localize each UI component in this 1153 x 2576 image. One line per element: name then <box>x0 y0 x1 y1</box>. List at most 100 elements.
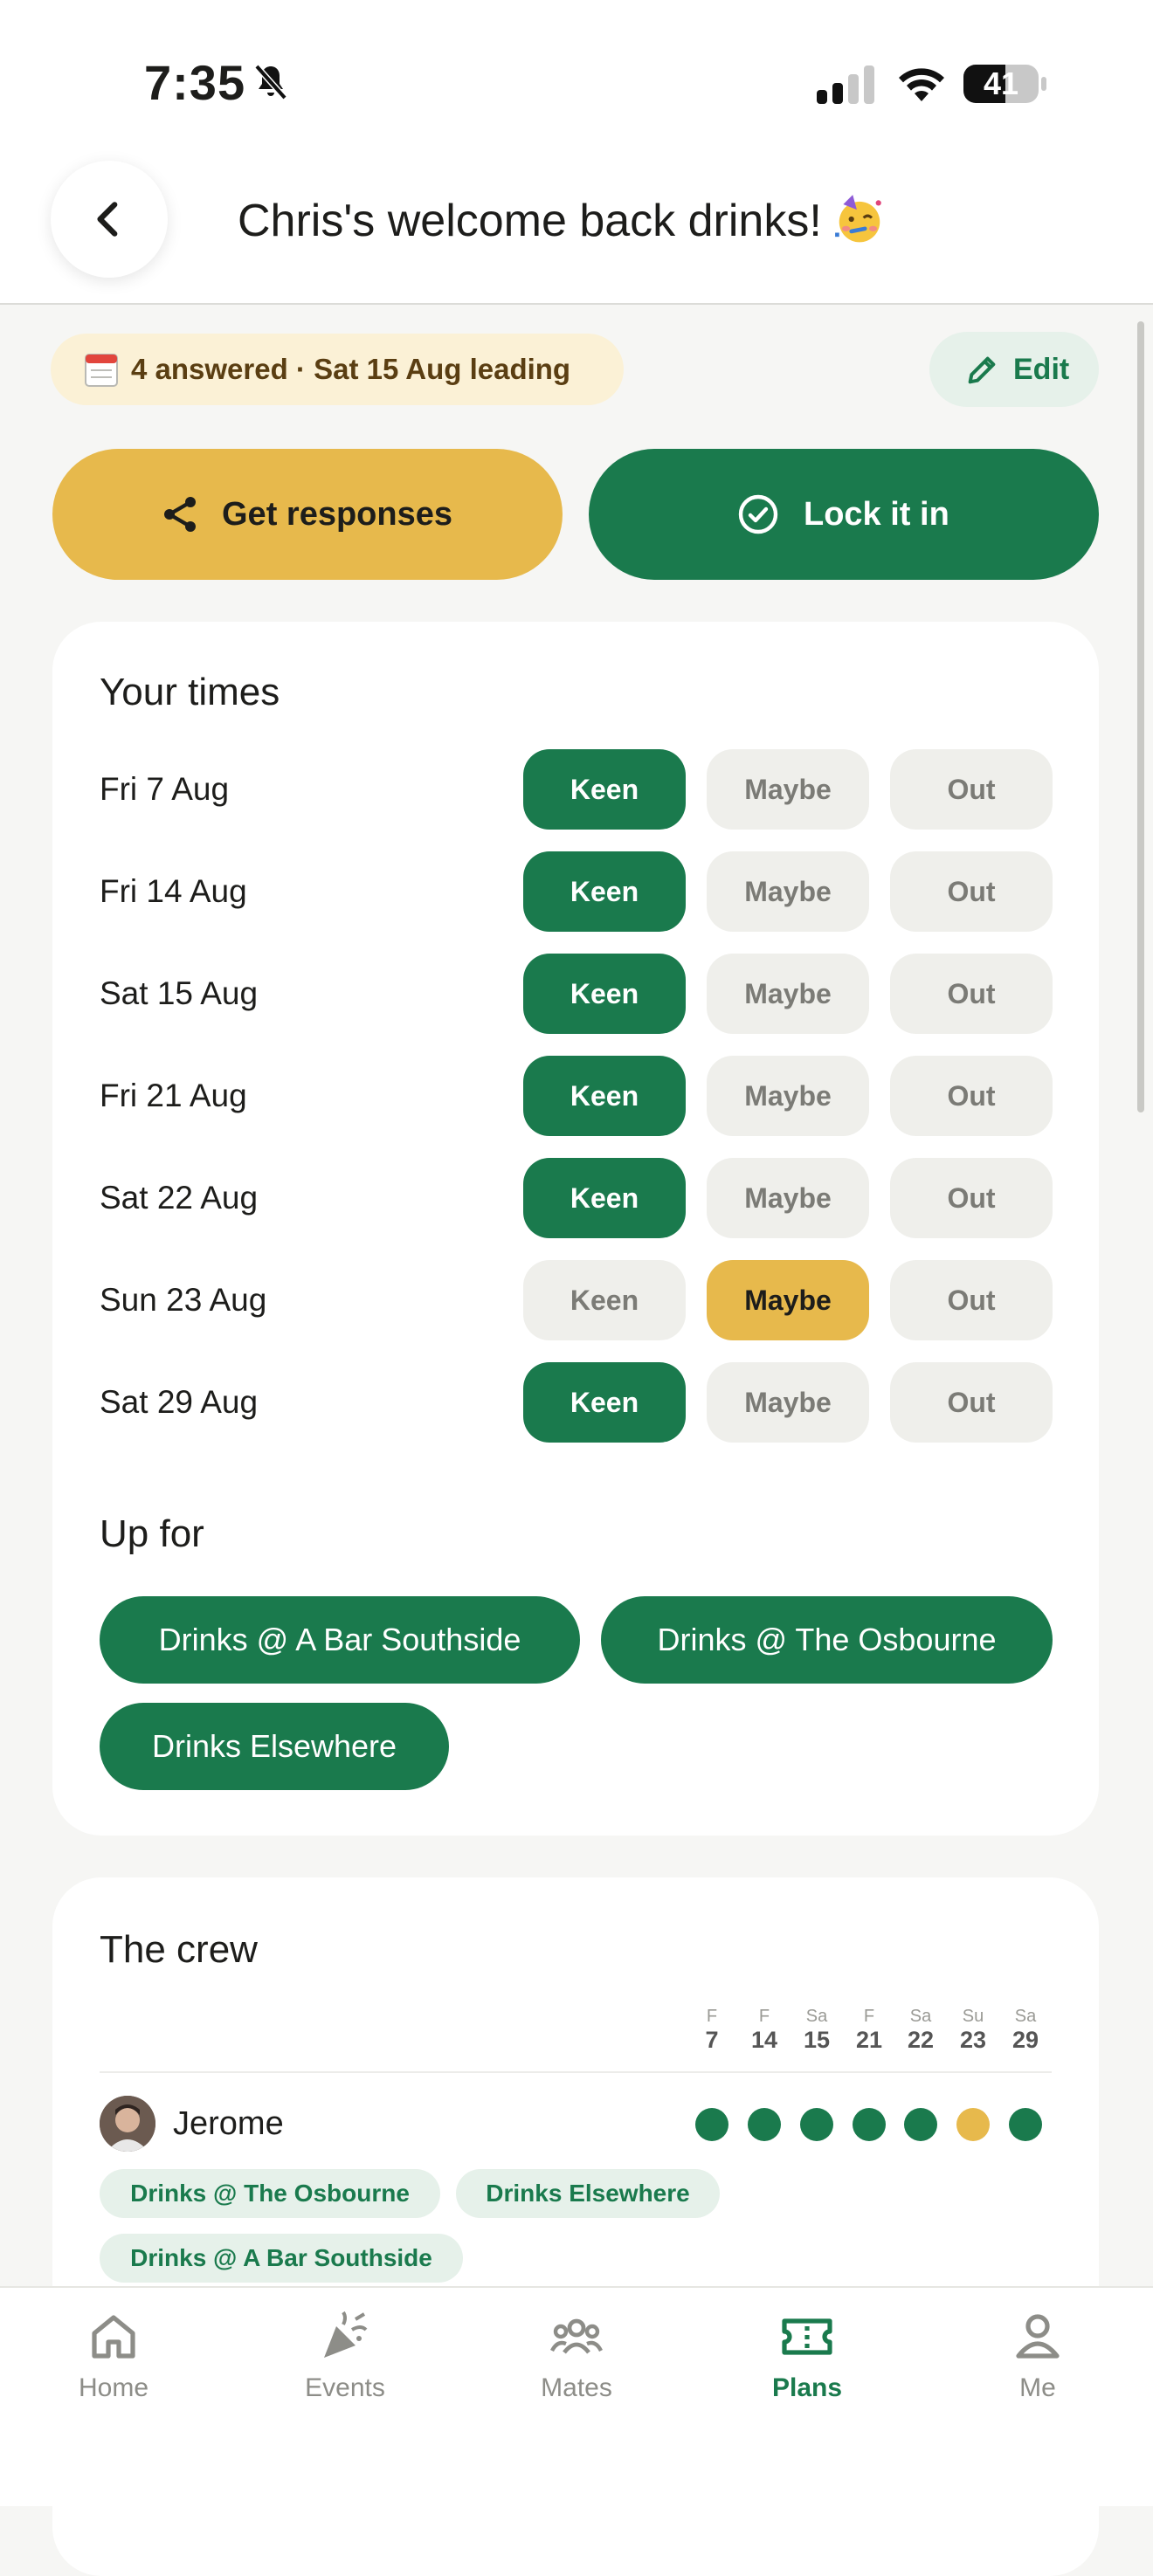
tab-events[interactable]: Events <box>258 2309 432 2414</box>
answer-dot-keen <box>853 2108 886 2141</box>
up-for-title: Up for <box>100 1512 204 1555</box>
crew-column-header: Sa 22 <box>907 2007 935 2053</box>
scrollbar[interactable] <box>1137 321 1144 1112</box>
crew-column-header: F7 <box>705 2007 719 2053</box>
out-option[interactable]: Out <box>890 1056 1053 1136</box>
partying-face-icon <box>834 195 881 243</box>
crew-divider <box>100 2071 1052 2073</box>
out-option[interactable]: Out <box>890 1260 1053 1340</box>
time-row-date: Fri 21 Aug <box>100 1078 247 1113</box>
maybe-option[interactable]: Maybe <box>707 851 869 932</box>
bell-slash-icon <box>254 64 287 100</box>
maybe-option[interactable]: Maybe <box>707 954 869 1034</box>
tab-me[interactable]: Me <box>950 2309 1125 2414</box>
maybe-option[interactable]: Maybe <box>707 749 869 830</box>
crew-column-header: F 21 <box>855 2007 883 2053</box>
back-button[interactable] <box>51 161 168 278</box>
time-row-date: Sat 22 Aug <box>100 1180 259 1216</box>
your-times-card: Your times Fri 7 Aug Keen Maybe Out Fri … <box>52 622 1099 1836</box>
keen-option[interactable]: Keen <box>523 749 686 830</box>
activity-chip[interactable]: Drinks Elsewhere <box>100 1703 449 1790</box>
activity-chip[interactable]: Drinks @ A Bar Southside <box>100 1596 580 1684</box>
home-icon <box>92 2315 135 2359</box>
answer-dot-keen <box>695 2108 728 2141</box>
page-title: Chris's welcome back drinks! <box>238 192 887 247</box>
time-row: Fri 21 Aug Keen Maybe Out <box>52 1056 1099 1136</box>
avatar-photo <box>100 2096 155 2152</box>
out-option[interactable]: Out <box>890 851 1053 932</box>
get-responses-label: Get responses <box>222 496 452 533</box>
answer-dot-keen <box>1009 2108 1042 2141</box>
keen-option[interactable]: Keen <box>523 954 686 1034</box>
tab-mates-label: Mates <box>541 2373 612 2402</box>
cellular-signal-icon <box>817 65 874 104</box>
calendar-icon <box>85 354 118 387</box>
crew-column-header: Su 23 <box>959 2007 987 2053</box>
lock-it-in-label: Lock it in <box>804 496 949 533</box>
out-option[interactable]: Out <box>890 1362 1053 1443</box>
answer-dot-maybe <box>956 2108 990 2141</box>
answer-dot-keen <box>748 2108 781 2141</box>
person-icon <box>1016 2314 1060 2359</box>
lock-it-in-button[interactable]: Lock it in <box>589 449 1099 580</box>
member-activity-tag: Drinks @ The Osbourne <box>100 2169 440 2218</box>
chevron-left-icon <box>97 202 118 237</box>
time-row: Fri 14 Aug Keen Maybe Out <box>52 851 1099 932</box>
share-icon <box>164 497 196 532</box>
responses-summary-badge: 4 answered · Sat 15 Aug leading <box>51 334 624 405</box>
member-activity-tag: Drinks @ A Bar Southside <box>100 2234 463 2283</box>
keen-option[interactable]: Keen <box>523 1362 686 1443</box>
time-row: Sat 15 Aug Keen Maybe Out <box>52 954 1099 1034</box>
keen-option[interactable]: Keen <box>523 1056 686 1136</box>
edit-button[interactable]: Edit <box>929 332 1099 407</box>
maybe-option[interactable]: Maybe <box>707 1158 869 1238</box>
battery-indicator: 41 <box>963 65 1047 103</box>
maybe-option[interactable]: Maybe <box>707 1362 869 1443</box>
crew-member-name: Jerome <box>173 2105 284 2142</box>
check-circle-icon <box>738 494 778 534</box>
people-icon <box>550 2318 603 2354</box>
get-responses-button[interactable]: Get responses <box>52 449 563 580</box>
tab-events-label: Events <box>305 2373 385 2402</box>
avatar[interactable] <box>100 2096 155 2152</box>
tab-plans[interactable]: Plans <box>720 2309 894 2414</box>
out-option[interactable]: Out <box>890 954 1053 1034</box>
tab-plans-label: Plans <box>771 2373 843 2402</box>
wifi-icon <box>899 68 944 101</box>
time-row: Sun 23 Aug Keen Maybe Out <box>52 1260 1099 1340</box>
crew-column-header: Sa 15 <box>803 2007 831 2053</box>
party-popper-icon <box>324 2311 368 2358</box>
tab-home[interactable]: Home <box>26 2309 201 2414</box>
crew-column-header: Sa 29 <box>1011 2007 1039 2053</box>
responses-summary-text: 4 answered · Sat 15 Aug leading <box>131 353 571 385</box>
keen-option[interactable]: Keen <box>523 851 686 932</box>
keen-option[interactable]: Keen <box>523 1260 686 1340</box>
time-row: Sat 29 Aug Keen Maybe Out <box>52 1362 1099 1443</box>
your-times-title: Your times <box>100 671 280 713</box>
out-option[interactable]: Out <box>890 749 1053 830</box>
time-row-date: Sun 23 Aug <box>100 1282 267 1318</box>
tab-home-label: Home <box>78 2373 149 2402</box>
activity-chip[interactable]: Drinks @ The Osbourne <box>601 1596 1053 1684</box>
edit-button-label: Edit <box>1013 353 1070 386</box>
out-option[interactable]: Out <box>890 1158 1053 1238</box>
time-row: Fri 7 Aug Keen Maybe Out <box>52 749 1099 830</box>
maybe-option[interactable]: Maybe <box>707 1260 869 1340</box>
time-row-date: Sat 29 Aug <box>100 1384 259 1420</box>
answer-dot-keen <box>800 2108 833 2141</box>
answer-dot-keen <box>904 2108 937 2141</box>
time-row-date: Fri 14 Aug <box>100 873 247 909</box>
time-row: Sat 22 Aug Keen Maybe Out <box>52 1158 1099 1238</box>
pencil-icon <box>968 356 996 384</box>
crew-column-header: F 14 <box>750 2007 778 2053</box>
ticket-icon <box>782 2318 832 2355</box>
keen-option[interactable]: Keen <box>523 1158 686 1238</box>
tab-mates[interactable]: Mates <box>489 2309 664 2414</box>
maybe-option[interactable]: Maybe <box>707 1056 869 1136</box>
page-title-text: Chris's welcome back drinks! <box>238 196 822 246</box>
crew-title: The crew <box>100 1928 258 1971</box>
time-row-date: Fri 7 Aug <box>100 771 230 807</box>
time-row-date: Sat 15 Aug <box>100 975 259 1011</box>
tab-me-label: Me <box>1019 2373 1056 2402</box>
member-activity-tag: Drinks Elsewhere <box>456 2169 720 2218</box>
